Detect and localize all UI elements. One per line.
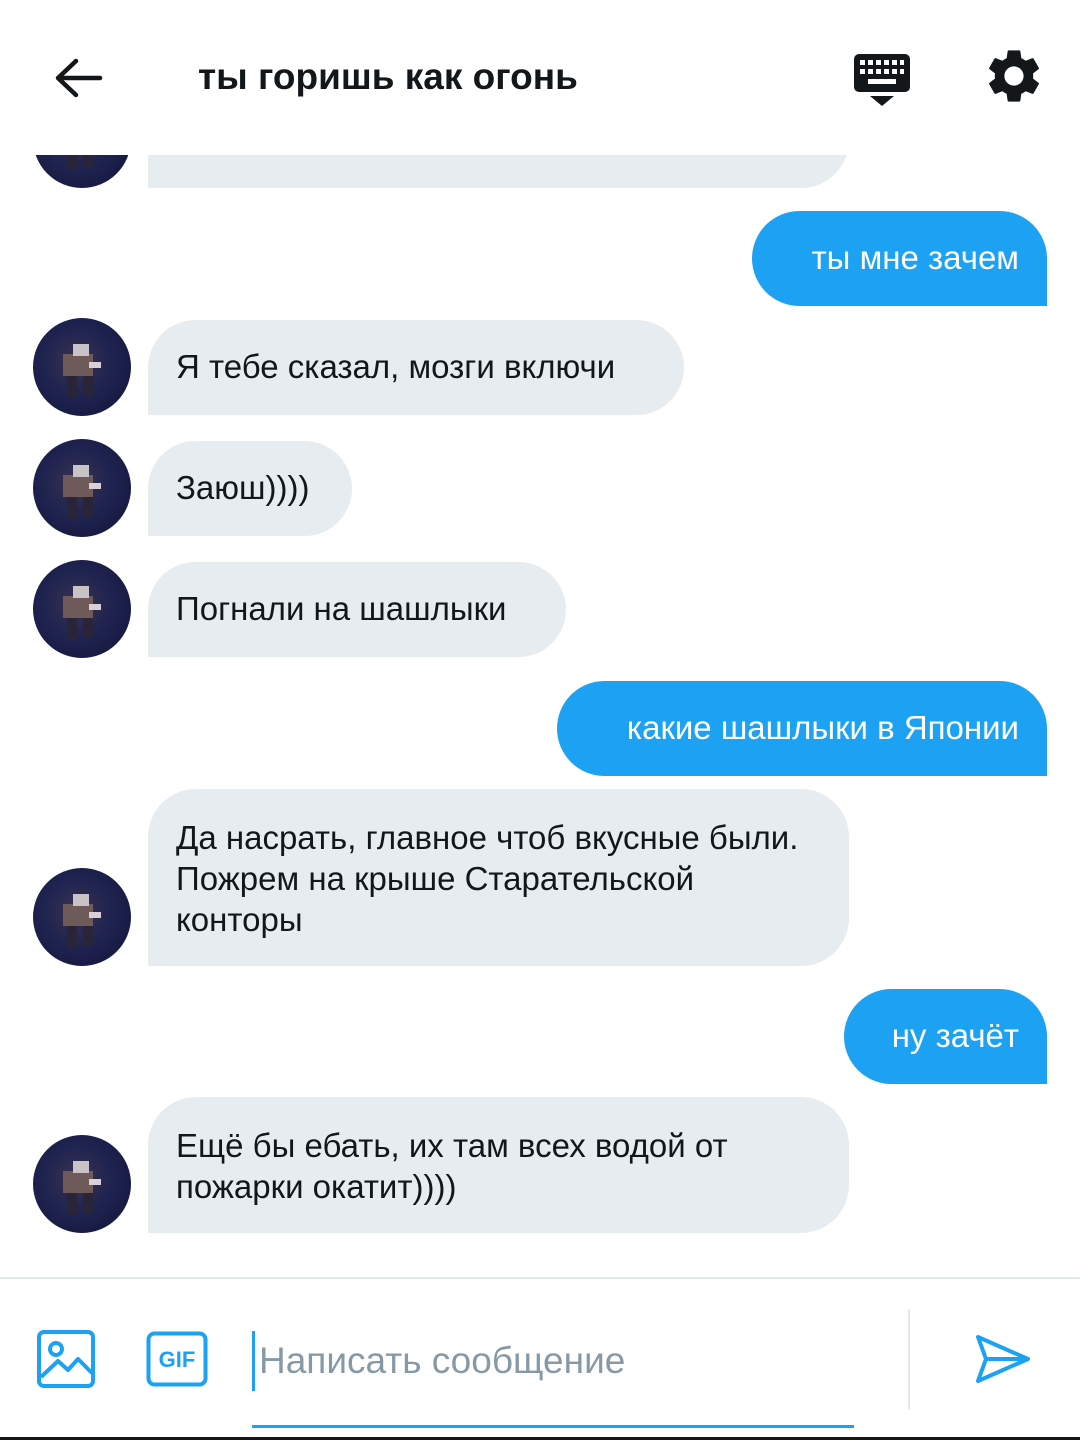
message-text: Я тебе сказал, мозги включи — [176, 348, 616, 385]
keyboard-icon — [854, 54, 910, 106]
message-text: ну зачёт — [891, 1017, 1019, 1054]
gif-icon: GIF — [146, 1331, 208, 1387]
message-text: какие шашлыки в Японии — [626, 709, 1019, 746]
message-text: Да насрать, главное чтоб вкусные были. П… — [176, 819, 799, 938]
chat-header: ты горишь как огонь — [0, 0, 1080, 155]
send-icon — [976, 1335, 1030, 1383]
message-bubble-incoming[interactable]: Да насрать, главное чтоб вкусные были. П… — [148, 789, 849, 966]
avatar[interactable] — [33, 439, 131, 537]
message-bubble-incoming[interactable]: Ещё бы ебать, их там всех водой от пожар… — [148, 1097, 849, 1233]
message-composer: GIF — [0, 1277, 1080, 1440]
message-list[interactable]: ты мне зачем Я тебе сказал, мозги включи… — [0, 0, 1080, 1278]
avatar[interactable] — [33, 318, 131, 416]
send-button[interactable] — [972, 1329, 1032, 1389]
divider — [908, 1309, 910, 1409]
gif-label: GIF — [159, 1347, 196, 1372]
message-text: Заюш)))) — [176, 469, 310, 506]
message-bubble-outgoing[interactable]: ну зачёт — [844, 989, 1047, 1084]
gear-icon — [989, 50, 1039, 102]
back-button[interactable] — [48, 48, 108, 108]
settings-button[interactable] — [982, 44, 1046, 108]
gif-button[interactable]: GIF — [146, 1331, 208, 1387]
arrow-left-icon — [55, 58, 103, 98]
add-media-button[interactable] — [36, 1329, 96, 1389]
avatar[interactable] — [33, 560, 131, 658]
page-title: ты горишь как огонь — [198, 56, 578, 97]
avatar[interactable] — [33, 1135, 131, 1233]
message-text: ты мне зачем — [811, 239, 1019, 276]
message-bubble-incoming[interactable]: Заюш)))) — [148, 441, 352, 536]
message-bubble-incoming[interactable]: Погнали на шашлыки — [148, 562, 566, 657]
avatar[interactable] — [33, 868, 131, 966]
message-input-wrapper — [252, 1317, 859, 1428]
message-text: Погнали на шашлыки — [176, 590, 507, 627]
keyboard-toggle-button[interactable] — [850, 48, 914, 112]
image-icon — [37, 1330, 95, 1388]
message-text: Ещё бы ебать, их там всех водой от пожар… — [176, 1127, 728, 1205]
message-bubble-outgoing[interactable]: ты мне зачем — [752, 211, 1047, 306]
message-bubble-incoming[interactable]: Я тебе сказал, мозги включи — [148, 320, 684, 415]
message-input[interactable] — [252, 1331, 859, 1391]
message-bubble-outgoing[interactable]: какие шашлыки в Японии — [557, 681, 1047, 776]
